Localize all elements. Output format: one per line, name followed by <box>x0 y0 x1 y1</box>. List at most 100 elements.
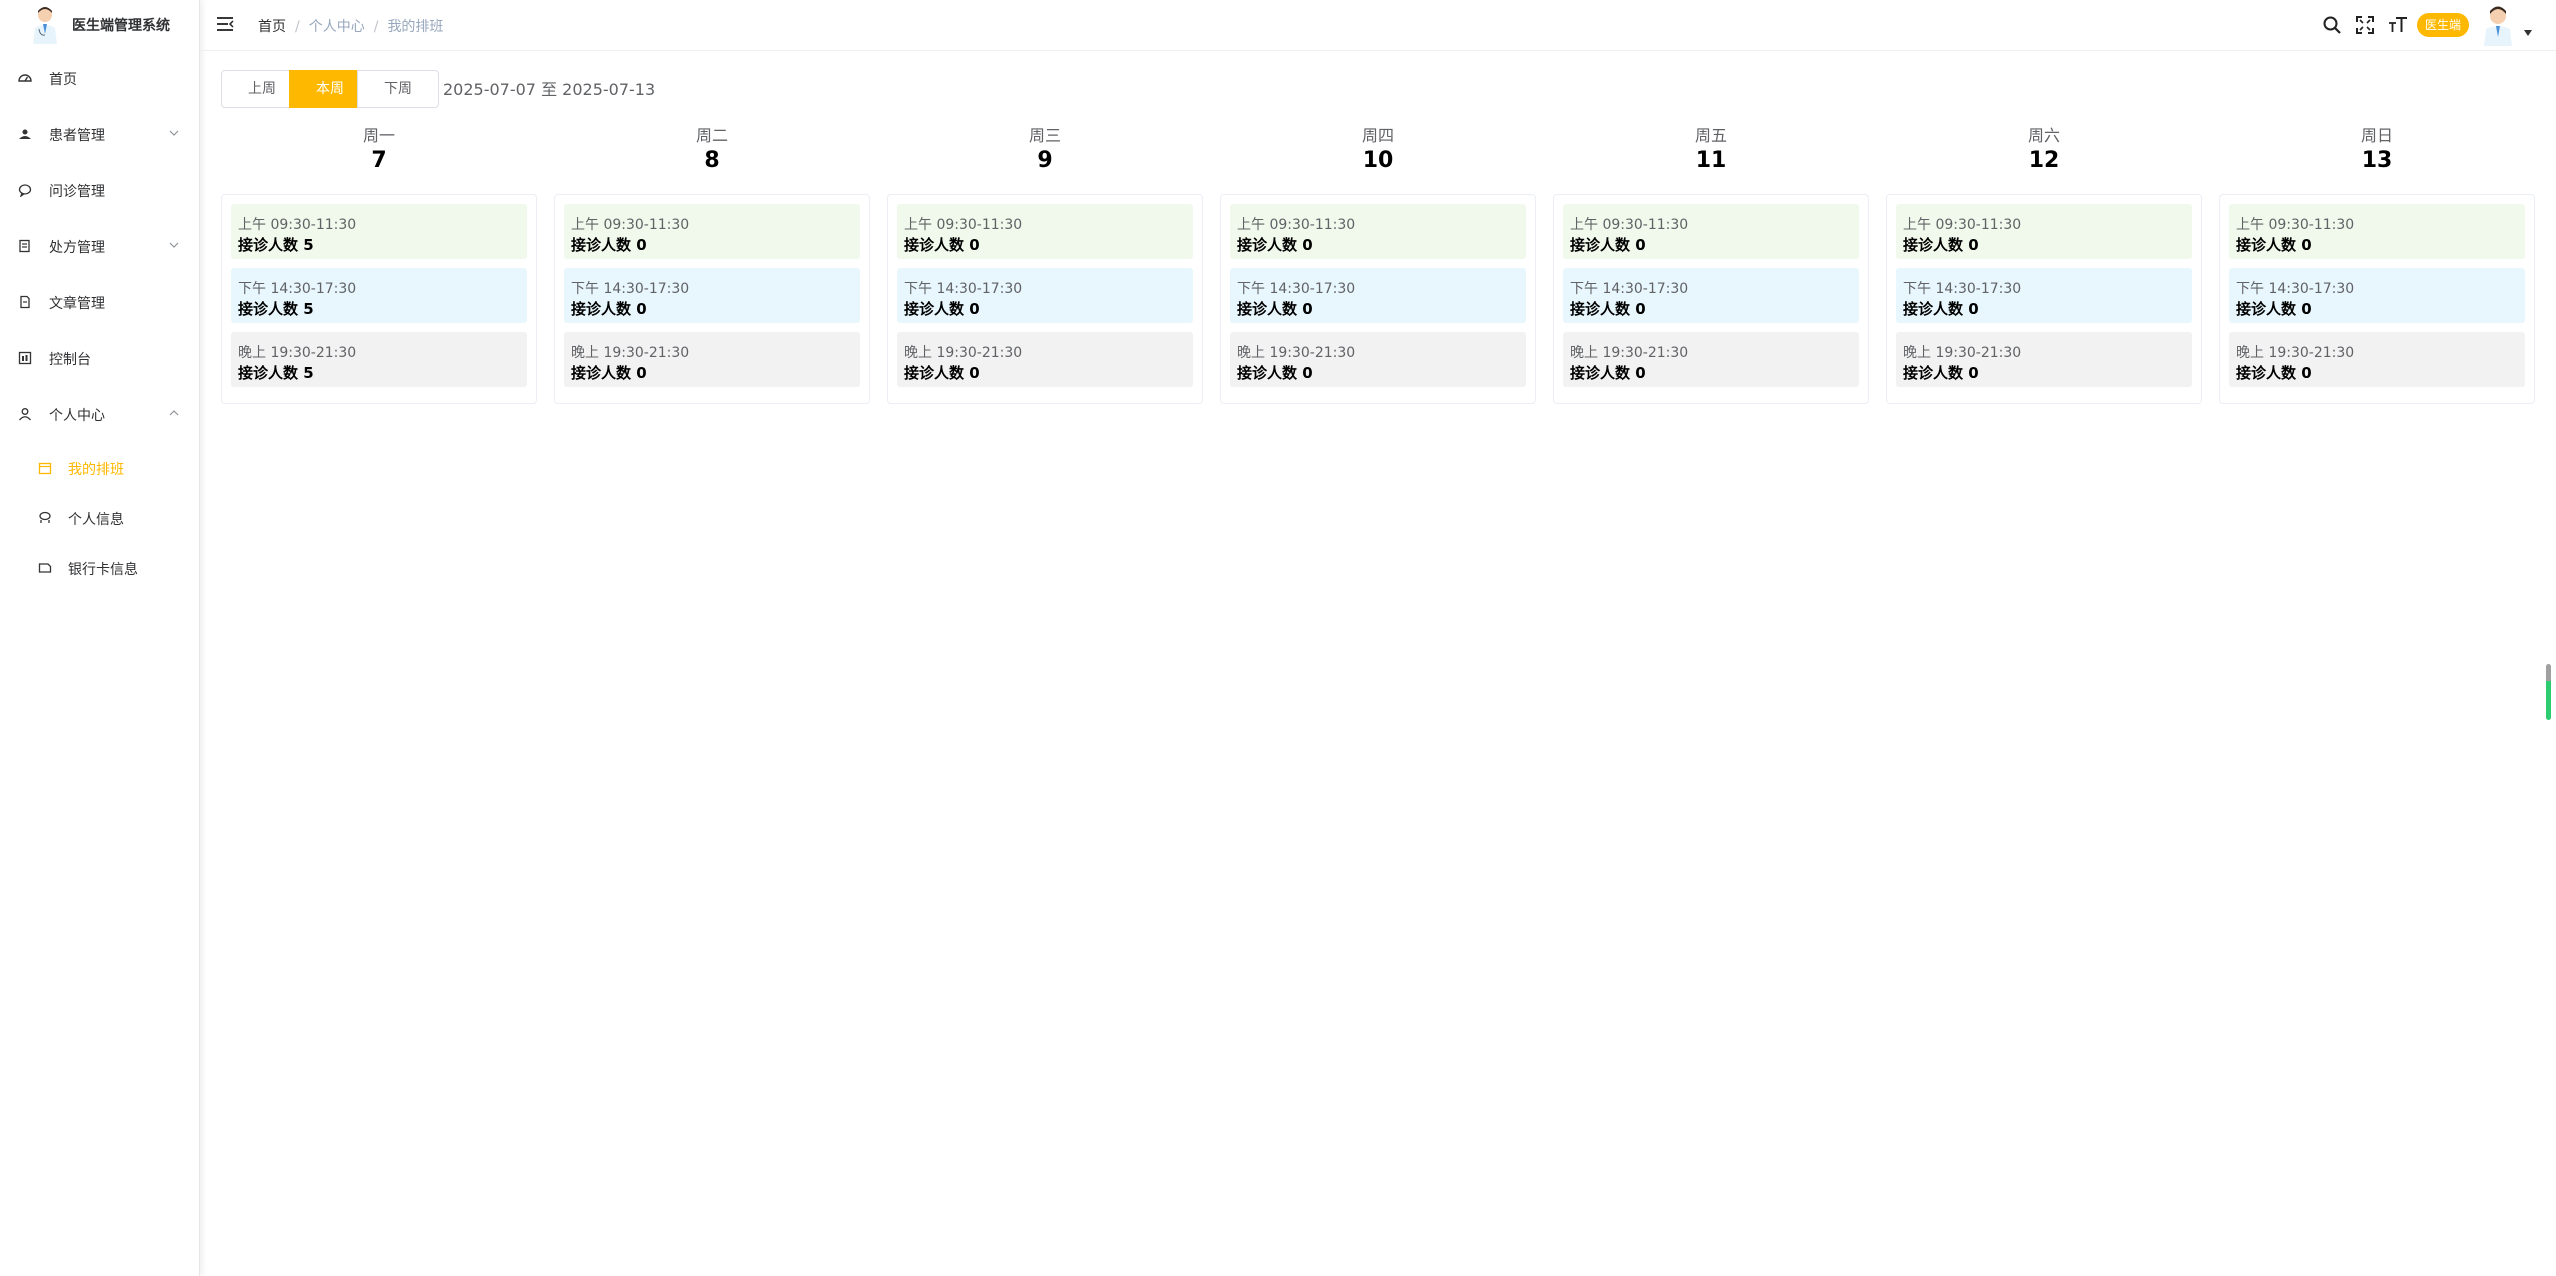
slot-evening: 晚上 19:30-21:30 接诊人数 0 <box>1230 332 1526 387</box>
slot-time: 晚上 19:30-21:30 <box>1570 345 1689 361</box>
font-size-icon[interactable] <box>2388 15 2408 35</box>
day-card: 上午 09:30-11:30 接诊人数 0 下午 14:30-17:30 接诊人数 … <box>1886 194 2202 404</box>
slot-count: 接诊人数 0 <box>904 300 980 318</box>
slot-evening: 晚上 19:30-21:30 接诊人数 0 <box>897 332 1193 387</box>
slot-afternoon: 下午 14:30-17:30 接诊人数 5 <box>231 268 527 323</box>
calendar-icon <box>38 462 52 475</box>
slot-count: 接诊人数 5 <box>238 300 314 318</box>
slot-count: 接诊人数 0 <box>1903 236 1979 254</box>
sidebar-item-prescriptions[interactable]: 处方管理 <box>0 226 199 266</box>
fullscreen-icon[interactable] <box>2355 15 2375 35</box>
day-date: 11 <box>1695 148 1727 173</box>
breadcrumb-separator: / <box>373 19 379 35</box>
next-week-button[interactable]: 下周 <box>357 70 439 108</box>
breadcrumb-current: 我的排班 <box>387 19 444 35</box>
slot-count: 接诊人数 0 <box>1570 364 1646 382</box>
breadcrumb-personal-center[interactable]: 个人中心 <box>309 19 365 35</box>
sidebar-subitem-profile[interactable]: 个人信息 <box>0 498 199 538</box>
day-name: 周五 <box>1694 126 1727 145</box>
menu-toggle-icon[interactable] <box>216 15 234 33</box>
prescription-icon <box>19 239 30 253</box>
sidebar-item-label: 首页 <box>49 72 77 88</box>
slot-evening: 晚上 19:30-21:30 接诊人数 5 <box>231 332 527 387</box>
slot-morning: 上午 09:30-11:30 接诊人数 0 <box>1563 204 1859 259</box>
slot-morning: 上午 09:30-11:30 接诊人数 0 <box>1230 204 1526 259</box>
sidebar-item-label: 文章管理 <box>49 296 105 312</box>
sidebar-subitem-my-schedule[interactable]: 我的排班 <box>0 448 199 488</box>
day-date: 10 <box>1362 148 1394 173</box>
day-card: 上午 09:30-11:30 接诊人数 0 下午 14:30-17:30 接诊人数 … <box>1220 194 1536 404</box>
dashboard-icon <box>18 74 32 82</box>
chevron-up-icon <box>169 410 179 416</box>
slot-time: 下午 14:30-17:30 <box>571 281 690 297</box>
sidebar-subitem-label: 我的排班 <box>68 462 124 478</box>
day-date: 8 <box>704 148 720 173</box>
chevron-down-icon <box>169 242 179 248</box>
slot-afternoon: 下午 14:30-17:30 接诊人数 0 <box>1896 268 2192 323</box>
slot-time: 下午 14:30-17:30 <box>238 281 357 297</box>
logo[interactable]: 医生端管理系统 <box>0 0 199 50</box>
slot-time: 上午 09:30-11:30 <box>238 217 357 233</box>
sidebar: 医生端管理系统 首页 患者管理 问诊管理 处方管理 文章管理 控制台 个人中心 … <box>0 0 200 1276</box>
day-card: 上午 09:30-11:30 接诊人数 0 下午 14:30-17:30 接诊人数 … <box>2219 194 2535 404</box>
sidebar-item-patients[interactable]: 患者管理 <box>0 114 199 154</box>
slot-time: 上午 09:30-11:30 <box>904 217 1023 233</box>
slot-time: 晚上 19:30-21:30 <box>238 345 357 361</box>
slot-count: 接诊人数 0 <box>1237 364 1313 382</box>
slot-count: 接诊人数 0 <box>2236 236 2312 254</box>
slot-count: 接诊人数 0 <box>2236 300 2312 318</box>
slot-count: 接诊人数 0 <box>571 364 647 382</box>
scroll-indicator[interactable] <box>2546 664 2551 720</box>
article-icon <box>20 295 30 309</box>
sidebar-item-personal-center[interactable]: 个人中心 <box>0 394 199 434</box>
sidebar-item-home[interactable]: 首页 <box>0 58 199 98</box>
slot-time: 上午 09:30-11:30 <box>571 217 690 233</box>
slot-time: 晚上 19:30-21:30 <box>904 345 1023 361</box>
sidebar-item-label: 个人中心 <box>49 408 105 424</box>
day-name: 周四 <box>1361 126 1394 145</box>
slot-time: 上午 09:30-11:30 <box>1570 217 1689 233</box>
patient-icon <box>19 129 31 139</box>
week-date-range: 2025-07-07 至 2025-07-13 <box>443 80 656 99</box>
slot-time: 晚上 19:30-21:30 <box>1237 345 1356 361</box>
slot-time: 下午 14:30-17:30 <box>1570 281 1689 297</box>
doctor-avatar-logo <box>33 7 57 44</box>
sidebar-item-label: 问诊管理 <box>49 184 105 200</box>
user-avatar[interactable] <box>2478 4 2518 46</box>
breadcrumb: 首页 / 个人中心 / 我的排班 <box>258 16 443 36</box>
slot-morning: 上午 09:30-11:30 接诊人数 0 <box>897 204 1193 259</box>
day-date: 7 <box>371 148 387 173</box>
user-icon <box>19 408 31 421</box>
slot-count: 接诊人数 0 <box>571 300 647 318</box>
slot-count: 接诊人数 0 <box>1237 300 1313 318</box>
breadcrumb-home[interactable]: 首页 <box>258 19 286 35</box>
chat-icon <box>18 184 32 197</box>
slot-count: 接诊人数 0 <box>904 236 980 254</box>
sidebar-item-console[interactable]: 控制台 <box>0 338 199 378</box>
sidebar-item-label: 处方管理 <box>49 240 105 256</box>
bankcard-icon <box>38 563 52 573</box>
day-card: 上午 09:30-11:30 接诊人数 0 下午 14:30-17:30 接诊人数 … <box>887 194 1203 404</box>
sidebar-subitem-bank-card[interactable]: 银行卡信息 <box>0 548 199 588</box>
search-icon[interactable] <box>2322 15 2342 35</box>
slot-morning: 上午 09:30-11:30 接诊人数 0 <box>2229 204 2525 259</box>
breadcrumb-separator: / <box>295 19 300 35</box>
caret-down-icon[interactable] <box>2524 30 2532 36</box>
slot-count: 接诊人数 5 <box>238 236 314 254</box>
day-name: 周二 <box>695 126 728 145</box>
day-card: 上午 09:30-11:30 接诊人数 0 下午 14:30-17:30 接诊人数 … <box>554 194 870 404</box>
chevron-down-icon <box>169 130 179 136</box>
day-date: 12 <box>2028 148 2060 173</box>
top-header: 首页 / 个人中心 / 我的排班 医生端 <box>200 0 2556 51</box>
slot-afternoon: 下午 14:30-17:30 接诊人数 0 <box>2229 268 2525 323</box>
slot-count: 接诊人数 0 <box>1903 300 1979 318</box>
slot-morning: 上午 09:30-11:30 接诊人数 5 <box>231 204 527 259</box>
slot-evening: 晚上 19:30-21:30 接诊人数 0 <box>1563 332 1859 387</box>
sidebar-item-articles[interactable]: 文章管理 <box>0 282 199 322</box>
sidebar-item-consultation[interactable]: 问诊管理 <box>0 170 199 210</box>
day-name: 周日 <box>2360 126 2393 145</box>
sidebar-subitem-label: 个人信息 <box>68 512 124 528</box>
slot-time: 上午 09:30-11:30 <box>1237 217 1356 233</box>
slot-morning: 上午 09:30-11:30 接诊人数 0 <box>564 204 860 259</box>
slot-evening: 晚上 19:30-21:30 接诊人数 0 <box>2229 332 2525 387</box>
